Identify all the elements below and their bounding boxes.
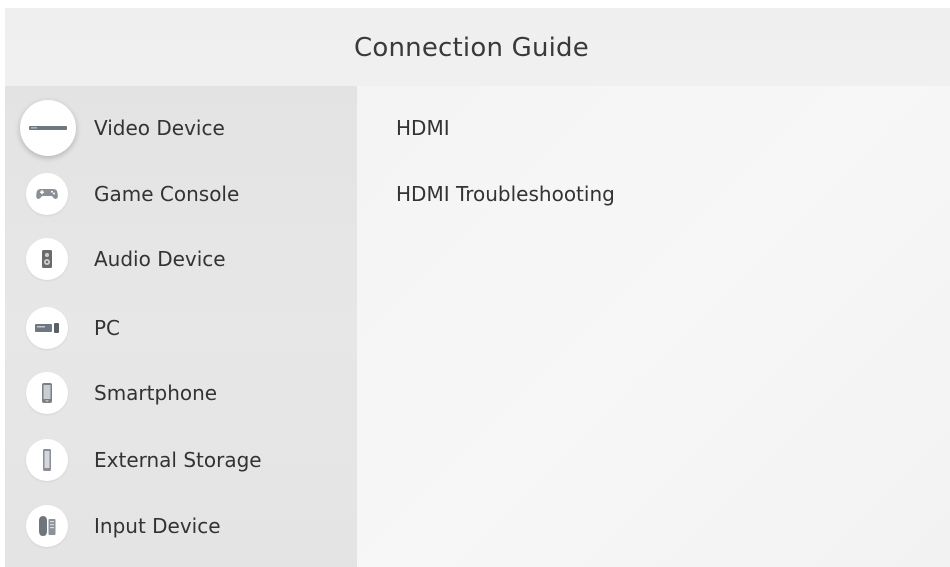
video-device-icon bbox=[20, 100, 76, 156]
sidebar-item-label: Game Console bbox=[94, 182, 240, 206]
sidebar-item-label: Input Device bbox=[94, 514, 221, 538]
external-storage-icon bbox=[26, 439, 68, 481]
sidebar-item-label: PC bbox=[94, 316, 121, 340]
sidebar-item-label: Audio Device bbox=[94, 247, 226, 271]
sidebar-item-audio-device[interactable]: Audio Device bbox=[5, 231, 357, 287]
content-item-hdmi[interactable]: HDMI bbox=[396, 116, 450, 140]
content-item-hdmi-troubleshooting[interactable]: HDMI Troubleshooting bbox=[396, 182, 615, 206]
sidebar-item-pc[interactable]: PC bbox=[5, 300, 357, 356]
sidebar-item-game-console[interactable]: Game Console bbox=[5, 166, 357, 222]
sidebar: Video Device Game Console Audio Device P… bbox=[5, 86, 357, 567]
game-console-icon bbox=[26, 173, 68, 215]
sidebar-item-label: External Storage bbox=[94, 448, 262, 472]
content-panel: HDMI HDMI Troubleshooting bbox=[357, 86, 950, 567]
sidebar-item-input-device[interactable]: Input Device bbox=[5, 498, 357, 554]
input-device-icon bbox=[26, 505, 68, 547]
sidebar-item-label: Video Device bbox=[94, 116, 225, 140]
audio-device-icon bbox=[26, 238, 68, 280]
smartphone-icon bbox=[26, 372, 68, 414]
header: Connection Guide bbox=[5, 8, 950, 86]
sidebar-item-smartphone[interactable]: Smartphone bbox=[5, 365, 357, 421]
connection-guide-screen: Connection Guide Video Device Game Conso… bbox=[5, 8, 950, 567]
sidebar-item-video-device[interactable]: Video Device bbox=[5, 100, 357, 156]
sidebar-item-label: Smartphone bbox=[94, 381, 218, 405]
sidebar-item-external-storage[interactable]: External Storage bbox=[5, 432, 357, 488]
pc-icon bbox=[26, 307, 68, 349]
page-title: Connection Guide bbox=[354, 33, 589, 63]
